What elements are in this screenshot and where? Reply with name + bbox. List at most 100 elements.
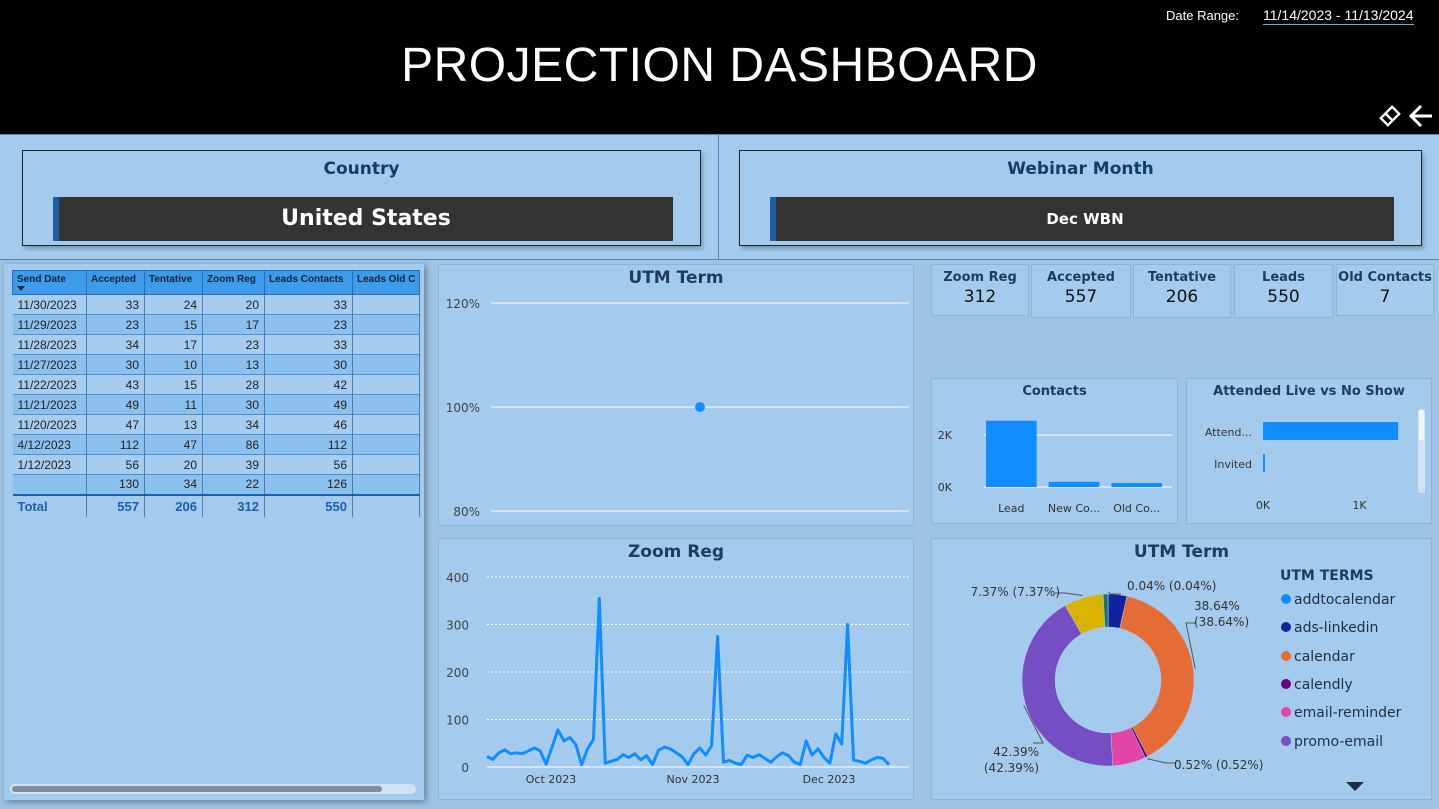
table-cell: 47 [144,434,203,455]
table-cell: 20 [144,454,203,475]
back-arrow-icon[interactable] [1408,104,1432,128]
table-cell: 13 [202,354,265,375]
legend-dot-icon [1281,622,1291,633]
country-slicer[interactable]: Country United States [22,150,701,246]
kpi-value: 557 [1064,287,1098,307]
zoom-reg-panel: Zoom Reg 400 300 200 100 0 Oct 2023 Nov 2023 De… [438,538,914,800]
leader-line [1107,591,1121,595]
table-row[interactable]: 11/30/2023 33 24 20 33 [12,294,421,315]
bar [1111,483,1162,487]
table-cell [352,354,421,375]
table-cell: 33 [264,334,353,355]
table-row[interactable]: 4/12/2023 112 47 86 112 [12,434,421,455]
legend-dot-icon [1281,707,1291,718]
horizontal-scrollbar-thumb[interactable] [12,786,382,792]
legend-item[interactable]: email-reminder [1281,705,1401,721]
country-slicer-value[interactable]: United States [53,197,673,241]
legend-label: ads-linkedin [1294,620,1379,637]
kpi-value: 312 [963,287,997,307]
table-row[interactable]: 1/12/2023 56 20 39 56 [12,454,421,475]
country-slicer-title: Country [323,159,400,179]
table-row[interactable]: 11/27/2023 30 10 13 30 [12,354,421,375]
table-cell: 30 [86,354,145,375]
kpi-value: 7 [1379,287,1391,307]
column-header[interactable]: Leads Old C [351,270,421,295]
column-header[interactable]: Accepted [86,270,145,295]
table-cell [352,294,421,315]
table-cell: 33 [264,294,353,315]
table-cell: 23 [202,334,265,355]
data-label: (38.64%) [1194,615,1249,629]
table-row[interactable]: 11/28/2023 34 17 23 33 [12,334,421,355]
table-cell: 56 [264,454,353,475]
webinar-month-slicer[interactable]: Webinar Month Dec WBN [739,150,1422,246]
bar [1263,454,1265,472]
legend-item[interactable]: addtocalendar [1281,592,1395,608]
table-total-row: Total 557 206 312 550 [12,493,421,517]
sort-desc-icon [17,286,25,291]
table-cell: 23 [86,314,145,335]
data-point [695,402,705,412]
y-tick-label: 300 [446,619,469,633]
data-label: 0.52% (0.52%) [1174,758,1263,772]
table-cell: 49 [86,394,145,415]
y-tick-label: 120% [446,297,480,311]
x-tick-label: 0K [1256,499,1271,512]
vertical-scrollbar-thumb [1419,410,1424,440]
column-header[interactable]: Leads Contacts [264,270,353,295]
kpi-old-contacts: Old Contacts 7 [1336,264,1434,316]
contacts-bar-chart: 2K 0K Lead New Co... Old Co... [938,420,1172,515]
table-row[interactable]: 11/29/2023 23 15 17 23 [12,314,421,335]
eraser-icon[interactable] [1379,105,1401,127]
leader-line [1147,758,1176,764]
table-cell [352,474,421,495]
legend-item[interactable]: ads-linkedin [1281,620,1378,636]
zoom-reg-line-chart: 400 300 200 100 0 Oct 2023 Nov 2023 Dec 2023 [446,571,909,786]
table-cell [352,314,421,335]
table-cell: 15 [144,374,203,395]
y-tick-label: 0K [938,481,953,494]
table-cell: 15 [144,314,203,335]
attended-panel: Attended Live vs No Show Attend... Invite… [1186,378,1432,524]
kpi-label: Old Contacts [1338,270,1432,285]
legend-title: UTM TERMS [1280,568,1374,584]
x-tick-label: Oct 2023 [526,773,577,786]
legend-item[interactable]: promo-email [1281,734,1383,750]
x-tick-label: Nov 2023 [667,773,720,786]
table-cell [352,434,421,455]
table-cell: 10 [144,354,203,375]
table-cell: 11/30/2023 [12,294,87,315]
table-row[interactable]: 130 34 22 126 [12,474,421,495]
column-header[interactable]: Send Date [12,270,87,295]
kpi-label: Zoom Reg [943,270,1017,285]
table-cell: 22 [202,474,265,495]
utm-term-line-chart: 120% 100% 80% [446,297,909,519]
webinar-month-slicer-value[interactable]: Dec WBN [770,197,1394,241]
table-cell: 11/29/2023 [12,314,87,335]
table-header-row: Send Date Accepted Tentative Zoom Reg Leads … [12,270,421,295]
table-row[interactable]: 11/22/2023 43 15 28 42 [12,374,421,395]
legend-label: promo-email [1294,733,1384,750]
legend-more-icon[interactable] [1344,780,1366,792]
table-row[interactable]: 11/20/2023 47 13 34 46 [12,414,421,435]
legend-item[interactable]: calendar [1281,649,1355,665]
data-label: 7.37% (7.37%) [971,585,1060,599]
table-cell: 39 [202,454,265,475]
legend-item[interactable]: calendly [1281,677,1353,693]
y-tick-label: 80% [453,505,480,519]
y-tick-label: 400 [446,571,469,585]
y-tick-label: 2K [938,429,953,442]
table-cell: 49 [264,394,353,415]
table-cell: 28 [202,374,265,395]
bar [986,420,1037,487]
column-header[interactable]: Tentative [144,270,203,295]
y-tick-label: 0 [461,761,469,775]
page-title: PROJECTION DASHBOARD [401,39,1038,92]
table-row[interactable]: 11/21/2023 49 11 30 49 [12,394,421,415]
date-range-value[interactable]: 11/14/2023 - 11/13/2024 [1263,7,1414,25]
table-cell: 126 [264,474,353,495]
utm-term-donut-chart: 0.04% (0.04%) 38.64% (38.64%) 0.52% (0.52%)… [971,579,1264,775]
column-header[interactable]: Zoom Reg [202,270,265,295]
x-tick-label: Old Co... [1113,502,1160,515]
contacts-panel: Contacts 2K 0K Lead New Co... Old Co... [931,378,1178,524]
